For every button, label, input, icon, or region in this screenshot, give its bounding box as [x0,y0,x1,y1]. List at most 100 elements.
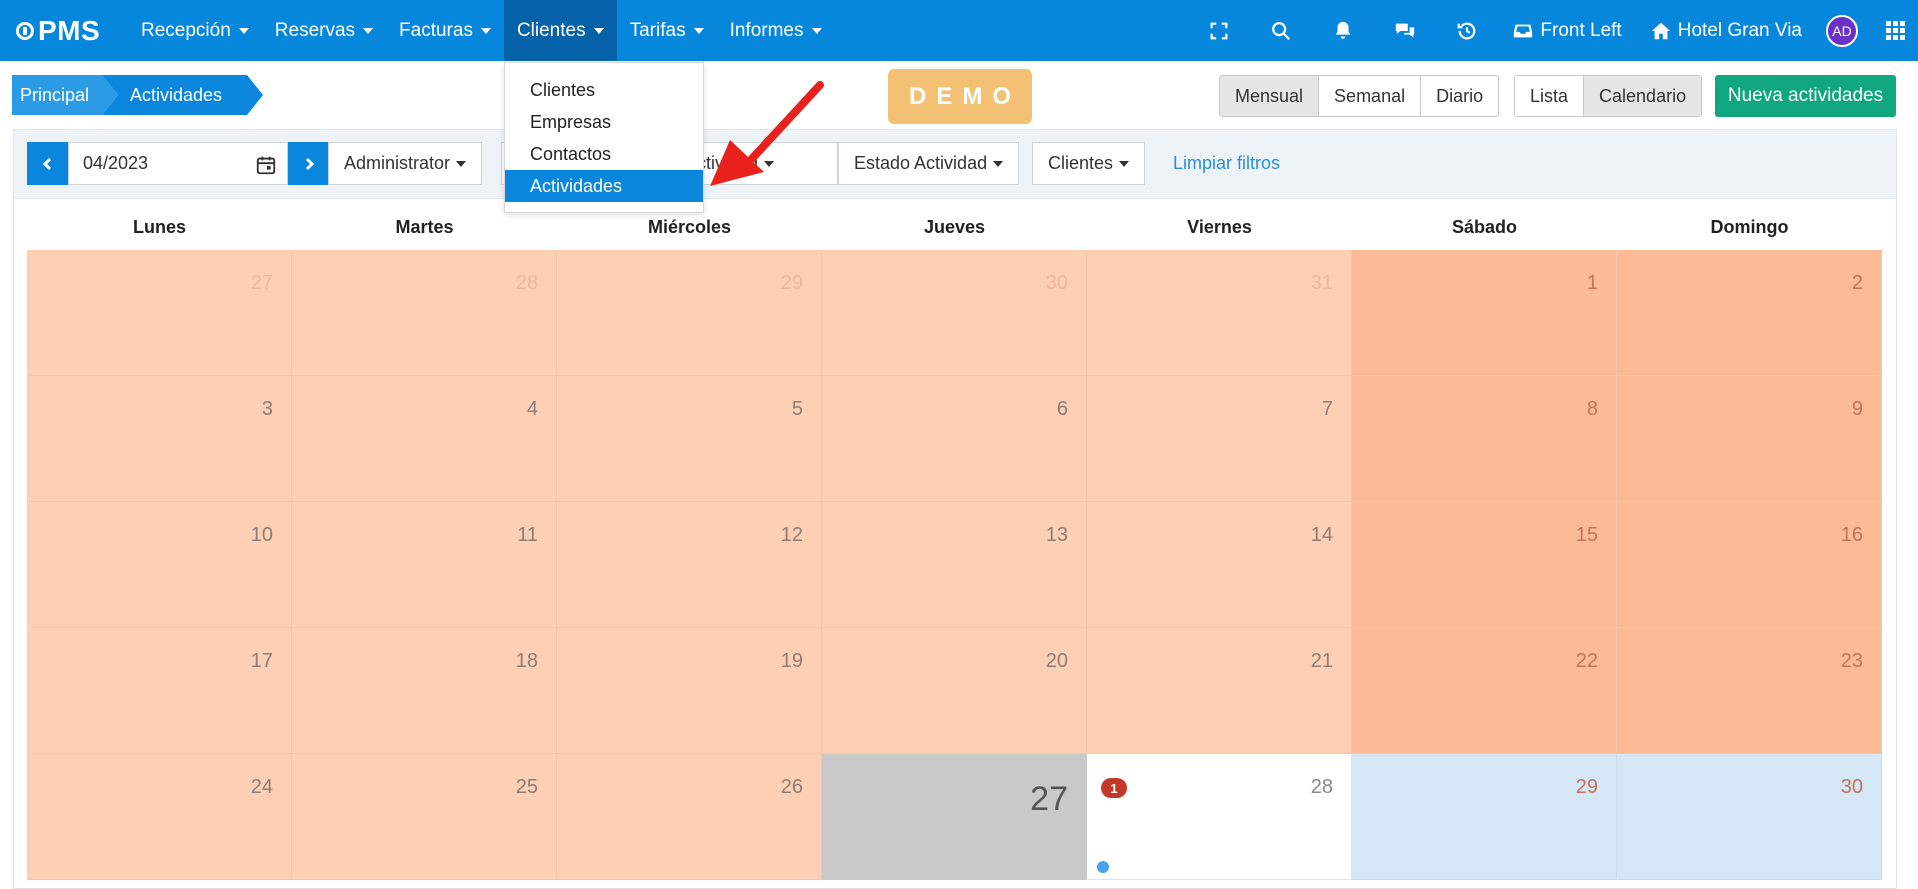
caret-down-icon [764,160,775,167]
clientes-filter[interactable]: Clientes [1032,142,1146,185]
dropdown-item-contactos[interactable]: Contactos [505,138,703,170]
day-number: 15 [1575,524,1598,546]
calendar-day[interactable]: 17 [27,628,292,754]
calendar-day[interactable]: 24 [27,754,292,880]
day-number: 6 [1056,398,1068,420]
calendar-day[interactable]: 14 [1087,502,1352,628]
day-number: 27 [1030,780,1068,818]
dropdown-item-actividades-label: Actividades [530,175,623,196]
calendar-day-today[interactable]: 27 [822,754,1087,880]
calendar-day[interactable]: 15 [1352,502,1617,628]
notifications-button[interactable] [1312,0,1374,61]
hotel-label: Hotel Gran Via [1677,19,1802,41]
search-button[interactable] [1250,0,1312,61]
calendar-icon[interactable] [255,154,277,181]
calendar-day[interactable]: 4 [292,376,557,502]
calendar-day[interactable]: 23 [1617,628,1882,754]
calendar-day[interactable]: 20 [822,628,1087,754]
view-lista-button[interactable]: Lista [1515,76,1585,116]
calendar-day-with-event[interactable]: 1 28 [1087,754,1352,880]
apps-button[interactable] [1872,0,1918,61]
calendar-day[interactable]: 31 [1087,250,1352,376]
menu-facturas[interactable]: Facturas [386,0,504,61]
chevron-right-icon [305,157,314,170]
event-dot[interactable] [1097,861,1109,873]
calendar-day[interactable]: 27 [27,250,292,376]
dropdown-item-clientes[interactable]: Clientes [505,74,703,106]
next-month-button[interactable] [288,142,329,185]
calendar-day[interactable]: 16 [1617,502,1882,628]
new-activity-button[interactable]: Nueva actividades [1715,75,1896,117]
calendar-day[interactable]: 5 [557,376,822,502]
breadcrumb-principal[interactable]: Principal [12,75,118,115]
calendar-day[interactable]: 29 [557,250,822,376]
event-count-badge[interactable]: 1 [1101,778,1127,798]
calendar-day[interactable]: 22 [1352,628,1617,754]
chat-button[interactable] [1374,0,1436,61]
view-semanal-button[interactable]: Semanal [1319,76,1422,116]
menu-informes[interactable]: Informes [717,0,835,61]
calendar-day[interactable]: 8 [1352,376,1617,502]
calendar-day[interactable]: 3 [27,376,292,502]
calendar-day[interactable]: 18 [292,628,557,754]
view-diario-label: Diario [1436,85,1484,106]
calendar-day[interactable]: 7 [1087,376,1352,502]
calendar-day[interactable]: 6 [822,376,1087,502]
day-number: 12 [780,524,803,546]
dropdown-item-actividades[interactable]: Actividades [505,170,703,202]
hotel-selector[interactable]: Hotel Gran Via [1636,0,1816,61]
prev-month-button[interactable] [27,142,68,185]
calendar-day[interactable]: 19 [557,628,822,754]
calendar-day[interactable]: 28 [292,250,557,376]
dropdown-item-empresas[interactable]: Empresas [505,106,703,138]
caret-down-icon [238,27,249,34]
calendar-day[interactable]: 12 [557,502,822,628]
clear-filters-link[interactable]: Limpiar filtros [1173,142,1280,185]
day-number: 7 [1321,398,1333,420]
history-icon [1458,22,1476,39]
caret-down-icon [993,160,1004,167]
calendar-day[interactable]: 29 [1352,754,1617,880]
month-input[interactable] [69,153,239,174]
new-activity-label: Nueva actividades [1727,85,1884,106]
estado-actividad-filter[interactable]: Estado Actividad [838,142,1020,185]
calendar-day[interactable]: 25 [292,754,557,880]
caret-down-icon [811,27,822,34]
calendar-day[interactable]: 1 [1352,250,1617,376]
calendar-day[interactable]: 30 [822,250,1087,376]
menu-reservas[interactable]: Reservas [262,0,386,61]
administrator-filter[interactable]: Administrator [328,142,483,185]
caret-down-icon [363,27,374,34]
view-calendario-button[interactable]: Calendario [1584,76,1702,116]
calendar-day[interactable]: 26 [557,754,822,880]
menu-clientes[interactable]: Clientes [503,0,617,61]
view-calendario-label: Calendario [1599,85,1687,106]
view-diario-button[interactable]: Diario [1421,76,1499,116]
history-button[interactable] [1436,0,1498,61]
view-lista-label: Lista [1530,85,1569,106]
calendar-day[interactable]: 13 [822,502,1087,628]
day-number: 5 [791,398,803,420]
front-desk-selector[interactable]: Front Left [1498,0,1635,61]
calendar-day[interactable]: 10 [27,502,292,628]
breadcrumb: Principal Actividades [12,75,263,115]
day-number: 30 [1045,272,1068,294]
month-picker[interactable] [68,142,288,185]
menu-recepcion[interactable]: Recepción [128,0,262,61]
day-number: 20 [1045,650,1068,672]
menu-tarifas[interactable]: Tarifas [617,0,717,61]
calendar-day[interactable]: 21 [1087,628,1352,754]
day-number: 16 [1840,524,1863,546]
demo-badge: DEMO [888,69,1032,124]
calendar-day[interactable]: 30 [1617,754,1882,880]
calendar-day[interactable]: 11 [292,502,557,628]
app-logo[interactable]: PMS [16,0,100,61]
fullscreen-button[interactable] [1188,0,1250,61]
user-avatar[interactable]: AD [1826,14,1858,47]
day-number: 24 [250,776,273,798]
calendar-day[interactable]: 2 [1617,250,1882,376]
view-mensual-button[interactable]: Mensual [1220,76,1320,116]
day-number: 13 [1045,524,1068,546]
breadcrumb-actividades[interactable]: Actividades [102,75,263,115]
calendar-day[interactable]: 9 [1617,376,1882,502]
